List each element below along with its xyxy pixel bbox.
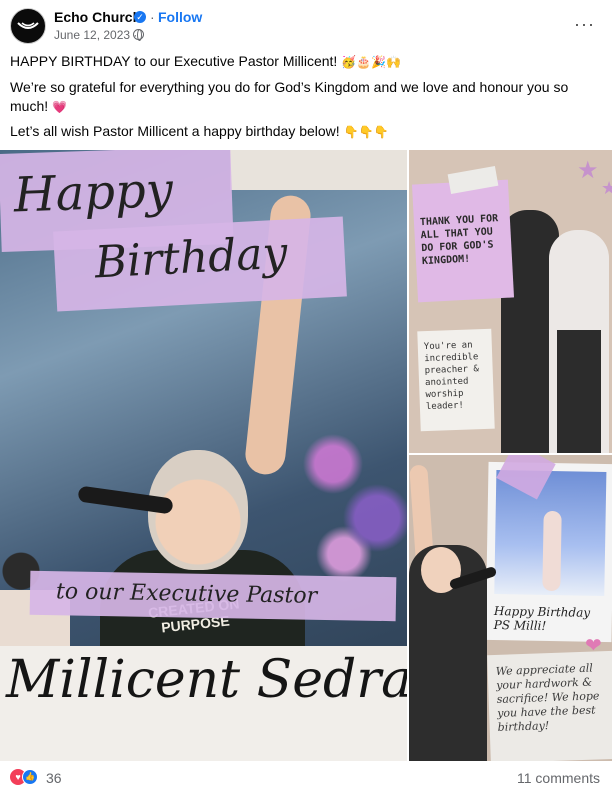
preacher-note: You're an incredible preacher & anointed…: [417, 328, 495, 432]
polaroid-photo: Happy Birthday PS Milli!: [485, 461, 612, 643]
thank-you-note: THANK YOU FOR ALL THAT YOU DO FOR GOD'S …: [411, 179, 515, 303]
main-photo[interactable]: CREATED ON PURPOSE Happy Birthday to our…: [0, 150, 407, 761]
caption-line-1: HAPPY BIRTHDAY to our Executive Pastor M…: [10, 52, 401, 72]
flowers-decoration: [300, 410, 407, 590]
caption-line-3: Let’s all wish Pastor Millicent a happy …: [10, 122, 388, 142]
caption-line-3-text: Let’s all wish Pastor Millicent a happy …: [10, 123, 340, 139]
echo-logo-icon: [17, 22, 39, 29]
heart-emoji: 💗: [52, 100, 67, 114]
post-footer: ♥ 👍 36 11 comments: [0, 762, 612, 791]
appreciation-note: We appreciate all your hardwork & sacrif…: [487, 650, 612, 761]
birthday-tape-label: Birthday: [53, 216, 347, 312]
star-icon: ★: [601, 178, 612, 198]
bottom-right-photo[interactable]: Happy Birthday PS Milli! We appreciate a…: [409, 455, 612, 761]
globe-icon: [133, 29, 144, 41]
reactions[interactable]: ♥ 👍: [10, 769, 42, 785]
tape-strip: [230, 150, 407, 190]
caption-line-2: We’re so grateful for everything you do …: [10, 78, 610, 117]
polaroid-caption: Happy Birthday PS Milli!: [493, 604, 591, 633]
verified-badge-icon: ✓: [134, 11, 146, 23]
caption-line-2-text: We’re so grateful for everything you do …: [10, 79, 569, 114]
reaction-count[interactable]: 36: [46, 770, 62, 786]
star-icon: ★: [577, 157, 599, 184]
more-options-button[interactable]: ···: [574, 14, 595, 35]
top-right-photo[interactable]: THANK YOU FOR ALL THAT YOU DO FOR GOD'S …: [409, 150, 612, 453]
pointing-down-emoji: 👇👇👇: [343, 125, 389, 139]
polaroid-image: [494, 470, 607, 596]
party-emoji: 🥳🎂🎉🙌: [341, 55, 401, 69]
woman-pants: [557, 330, 601, 453]
separator-dot: ·: [150, 9, 155, 25]
page-avatar[interactable]: [10, 8, 46, 44]
like-reaction-icon: 👍: [22, 769, 38, 785]
hearts-icon: ❤: [585, 635, 602, 657]
executive-pastor-tape-label: to our Executive Pastor: [29, 570, 397, 622]
facebook-post: Echo Church ✓ · Follow June 12, 2023 · ·…: [0, 0, 612, 791]
page-name-link[interactable]: Echo Church: [54, 9, 141, 25]
caption-line-1-text: HAPPY BIRTHDAY to our Executive Pastor M…: [10, 53, 338, 69]
pastor-name-script: Millicent Sedra:: [6, 650, 407, 710]
photo-grid: CREATED ON PURPOSE Happy Birthday to our…: [0, 150, 612, 761]
comments-count-link[interactable]: 11 comments: [517, 770, 600, 786]
post-date[interactable]: June 12, 2023 ·: [54, 28, 137, 42]
follow-button[interactable]: Follow: [158, 9, 202, 25]
post-header: Echo Church ✓ · Follow June 12, 2023 · ·…: [0, 0, 612, 50]
